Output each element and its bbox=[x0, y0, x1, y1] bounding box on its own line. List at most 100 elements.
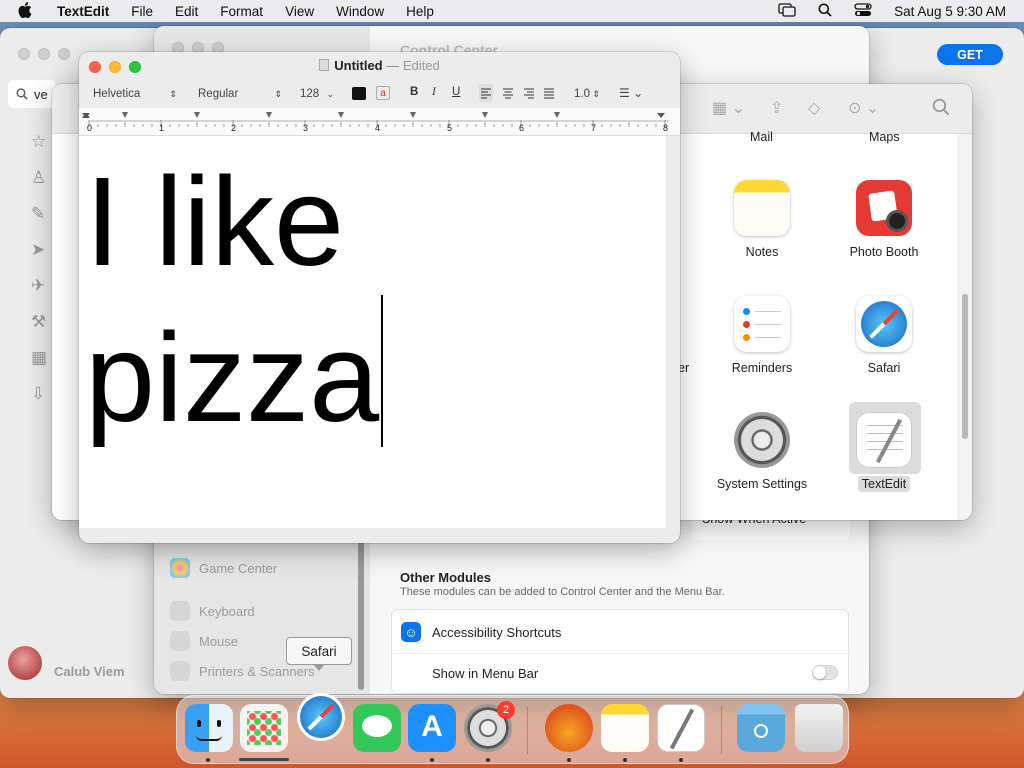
dock-divider bbox=[721, 706, 722, 754]
app-safari[interactable]: Safari bbox=[824, 296, 944, 375]
sidebar-item-label: Keyboard bbox=[199, 603, 255, 619]
dock-app-store[interactable]: A bbox=[408, 704, 456, 752]
menu-view[interactable]: View bbox=[274, 4, 325, 19]
photo-booth-icon bbox=[856, 180, 912, 236]
font-style-select[interactable]: Regular ⇕ bbox=[193, 85, 287, 103]
align-left-button[interactable] bbox=[479, 84, 493, 102]
play-icon[interactable]: ✈ bbox=[31, 276, 45, 296]
document-text-area[interactable]: I like pizza bbox=[79, 136, 666, 528]
running-indicator bbox=[623, 758, 627, 762]
line-spacing-select[interactable]: 1.0 ⇕ bbox=[569, 85, 605, 103]
arcade-icon[interactable]: ♙ bbox=[31, 168, 46, 188]
menu-file[interactable]: File bbox=[120, 4, 164, 19]
document-content: I like pizza bbox=[85, 144, 379, 456]
get-button[interactable]: GET bbox=[937, 44, 1003, 65]
user-name: Calub Viem bbox=[54, 664, 125, 679]
tag-icon[interactable]: ◇ bbox=[808, 98, 820, 118]
accessibility-shortcuts-label: Accessibility Shortcuts bbox=[432, 625, 562, 640]
document-line: I like bbox=[85, 151, 345, 292]
font-style-value: Regular bbox=[198, 88, 239, 100]
control-center-icon[interactable] bbox=[843, 2, 883, 20]
dock-finder[interactable] bbox=[185, 704, 233, 752]
ruler-number: 5 bbox=[447, 123, 453, 133]
close-button[interactable] bbox=[18, 48, 30, 60]
text-color-swatch[interactable] bbox=[352, 87, 366, 100]
safari-icon bbox=[856, 296, 912, 352]
dock-textedit[interactable] bbox=[657, 704, 705, 752]
dock-safari[interactable] bbox=[297, 693, 345, 741]
align-right-button[interactable] bbox=[522, 84, 536, 105]
zoom-button[interactable] bbox=[58, 48, 70, 60]
avatar[interactable] bbox=[8, 646, 42, 680]
font-size-select[interactable]: 128 ⌄ bbox=[295, 85, 339, 103]
document-title[interactable]: Untitled bbox=[334, 58, 382, 73]
sidebar-item-keyboard[interactable]: Keyboard bbox=[170, 601, 255, 621]
updates-icon[interactable]: ⇩ bbox=[31, 384, 45, 404]
tab-stop-marker bbox=[266, 112, 272, 118]
align-center-button[interactable] bbox=[501, 84, 515, 105]
menu-format[interactable]: Format bbox=[209, 4, 274, 19]
italic-button[interactable]: I bbox=[432, 86, 436, 98]
ruler-number: 8 bbox=[663, 123, 669, 133]
menu-clock[interactable]: Sat Aug 5 9:30 AM bbox=[883, 4, 1024, 19]
show-in-menu-bar-toggle[interactable] bbox=[812, 665, 838, 680]
gear-icon bbox=[734, 412, 790, 468]
more-actions-icon[interactable]: ⊙ ⌄ bbox=[848, 98, 879, 118]
app-label: Safari bbox=[867, 361, 901, 375]
game-center-icon bbox=[170, 558, 190, 578]
font-family-select[interactable]: Helvetica ⇕ bbox=[88, 85, 182, 103]
document-line: pizza bbox=[85, 307, 380, 448]
screen-mirroring-icon[interactable] bbox=[767, 2, 807, 20]
dock-divider bbox=[527, 706, 528, 754]
textedit-icon bbox=[856, 412, 912, 468]
ruler-number: 0 bbox=[87, 123, 93, 133]
categories-icon[interactable]: ▦ bbox=[31, 348, 47, 368]
minimize-button[interactable] bbox=[38, 48, 50, 60]
ruler-number: 3 bbox=[303, 123, 309, 133]
spotlight-search-icon[interactable] bbox=[807, 3, 843, 20]
bold-button[interactable]: B bbox=[410, 86, 418, 98]
tooltip-arrow bbox=[313, 664, 325, 671]
dock-downloads-folder[interactable] bbox=[737, 704, 785, 752]
sidebar-item-mouse[interactable]: Mouse bbox=[170, 631, 238, 651]
align-justify-button[interactable] bbox=[542, 84, 556, 105]
develop-icon[interactable]: ⚒ bbox=[31, 312, 46, 332]
applications-scrollbar[interactable] bbox=[962, 294, 968, 439]
dock-tooltip: Safari bbox=[286, 637, 352, 665]
share-icon[interactable]: ⇪ bbox=[770, 98, 783, 118]
app-label: Reminders bbox=[731, 361, 793, 375]
document-icon bbox=[319, 59, 330, 71]
underline-button[interactable]: U bbox=[452, 86, 460, 98]
app-label: Notes bbox=[745, 245, 779, 259]
app-textedit[interactable]: TextEdit bbox=[824, 412, 944, 492]
dock-messages[interactable] bbox=[353, 704, 401, 752]
apple-menu-icon[interactable] bbox=[0, 1, 46, 21]
sidebar-item-game-center[interactable]: Game Center bbox=[170, 558, 277, 578]
list-style-icon[interactable]: ☰ ⌄ bbox=[619, 86, 643, 100]
search-input[interactable]: ve bbox=[8, 80, 56, 108]
menu-edit[interactable]: Edit bbox=[164, 4, 209, 19]
view-grid-icon[interactable]: ▦ ⌄ bbox=[712, 98, 745, 118]
tab-stop-marker bbox=[554, 112, 560, 118]
create-icon[interactable]: ✎ bbox=[31, 204, 45, 224]
dock-launchpad[interactable] bbox=[240, 704, 288, 752]
show-when-active-select[interactable]: Show When Active bbox=[692, 513, 850, 540]
sidebar-scrollbar[interactable] bbox=[358, 540, 364, 690]
menu-help[interactable]: Help bbox=[395, 4, 445, 19]
highlight-color-swatch[interactable]: a bbox=[376, 86, 390, 100]
menu-app-name[interactable]: TextEdit bbox=[46, 4, 120, 19]
tab-stop-marker bbox=[482, 112, 488, 118]
app-notes[interactable]: Notes bbox=[702, 180, 822, 259]
search-icon[interactable] bbox=[932, 98, 950, 119]
dock-notes[interactable] bbox=[601, 704, 649, 752]
dock-trash[interactable] bbox=[795, 704, 843, 752]
app-reminders[interactable]: Reminders bbox=[702, 296, 822, 375]
dock-migration-assistant[interactable] bbox=[545, 704, 593, 752]
work-icon[interactable]: ➤ bbox=[31, 240, 45, 260]
discover-icon[interactable]: ☆ bbox=[31, 132, 46, 152]
ruler[interactable]: 0 1 2 3 4 5 6 7 8 bbox=[79, 108, 680, 136]
app-system-settings[interactable]: System Settings bbox=[702, 412, 822, 491]
menu-window[interactable]: Window bbox=[325, 4, 395, 19]
app-store-traffic-lights bbox=[18, 48, 70, 60]
app-photo-booth[interactable]: Photo Booth bbox=[824, 180, 944, 259]
